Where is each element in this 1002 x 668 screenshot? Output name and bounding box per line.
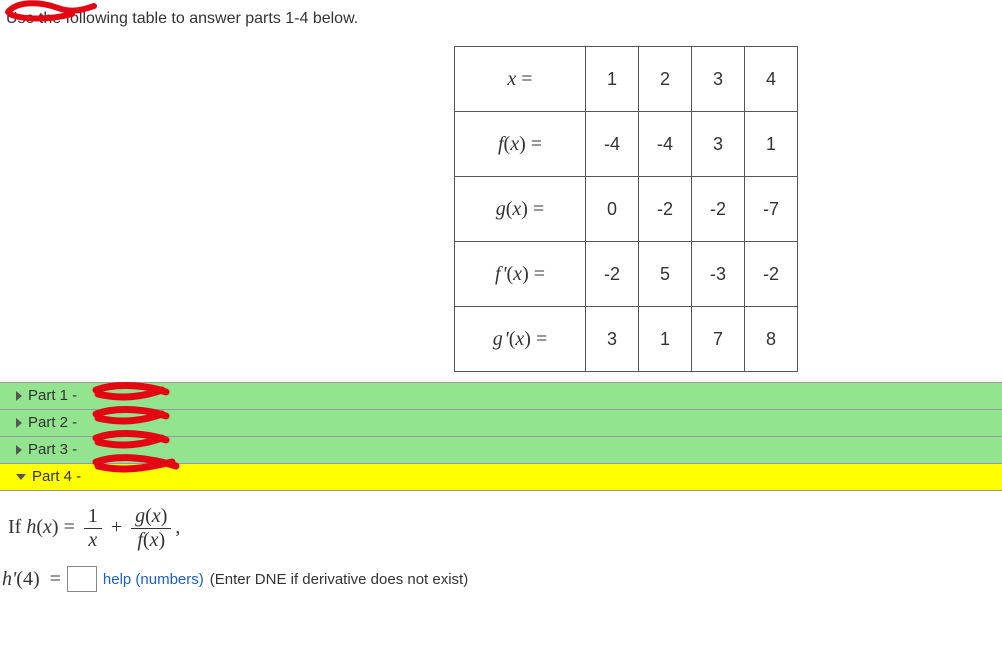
chevron-down-icon	[16, 474, 26, 480]
q-suffix: ,	[175, 516, 180, 538]
cell: -4	[639, 112, 692, 177]
cell: -4	[586, 112, 639, 177]
cell: 5	[639, 242, 692, 307]
frac-num: g(x)	[131, 505, 171, 528]
row-label: g(x) =	[455, 177, 586, 242]
help-link[interactable]: help (numbers)	[103, 571, 204, 588]
cell: 1	[586, 47, 639, 112]
row-label: f '(x) =	[455, 242, 586, 307]
question-text: If h(x) = 1 x + g(x) f(x) ,	[0, 491, 1002, 560]
frac-den: f(x)	[131, 528, 171, 552]
cell: -7	[745, 177, 798, 242]
cell: 4	[745, 47, 798, 112]
cell: 0	[586, 177, 639, 242]
answer-hint: (Enter DNE if derivative does not exist)	[210, 571, 468, 588]
cell: -2	[586, 242, 639, 307]
frac-num: 1	[84, 505, 102, 528]
row-label: f(x) =	[455, 112, 586, 177]
cell: 7	[692, 307, 745, 372]
fraction-1: 1 x	[84, 505, 102, 552]
red-scribble-top	[2, 0, 102, 26]
table-row: f(x) = -4 -4 3 1	[455, 112, 798, 177]
cell: 1	[639, 307, 692, 372]
eq-sign: =	[59, 516, 80, 538]
q-prefix: If	[8, 516, 26, 538]
part-label: Part 3 -	[28, 441, 77, 458]
cell: 3	[586, 307, 639, 372]
cell: -2	[745, 242, 798, 307]
table-row: g '(x) = 3 1 7 8	[455, 307, 798, 372]
part-label: Part 2 -	[28, 414, 77, 431]
fraction-2: g(x) f(x)	[131, 505, 171, 552]
cell: -2	[639, 177, 692, 242]
cell: 2	[639, 47, 692, 112]
data-table-wrap: x = 1 2 3 4 f(x) = -4 -4 3 1 g(x) = 0 -2…	[0, 46, 1002, 372]
instruction-text: Use the following table to answer parts …	[0, 0, 1002, 32]
plus-sign: +	[111, 516, 127, 538]
row-label: g '(x) =	[455, 307, 586, 372]
cell: 3	[692, 112, 745, 177]
table-row: f '(x) = -2 5 -3 -2	[455, 242, 798, 307]
parts-accordion: Part 1 - Part 2 - Part 3 - Part 4 -	[0, 382, 1002, 491]
row-label: x =	[455, 47, 586, 112]
table-row: g(x) = 0 -2 -2 -7	[455, 177, 798, 242]
cell: -2	[692, 177, 745, 242]
data-table: x = 1 2 3 4 f(x) = -4 -4 3 1 g(x) = 0 -2…	[454, 46, 798, 372]
part-label: Part 4 -	[32, 468, 81, 485]
cell: -3	[692, 242, 745, 307]
chevron-right-icon	[16, 391, 22, 401]
red-scribble-parts	[88, 376, 188, 486]
chevron-right-icon	[16, 445, 22, 455]
part-label: Part 1 -	[28, 387, 77, 404]
cell: 3	[692, 47, 745, 112]
answer-input[interactable]	[67, 566, 97, 592]
chevron-right-icon	[16, 418, 22, 428]
frac-den: x	[84, 528, 102, 552]
answer-lhs: h'(4) =	[2, 568, 61, 591]
cell: 1	[745, 112, 798, 177]
table-row: x = 1 2 3 4	[455, 47, 798, 112]
cell: 8	[745, 307, 798, 372]
answer-line: h'(4) = help (numbers) (Enter DNE if der…	[0, 560, 1002, 600]
